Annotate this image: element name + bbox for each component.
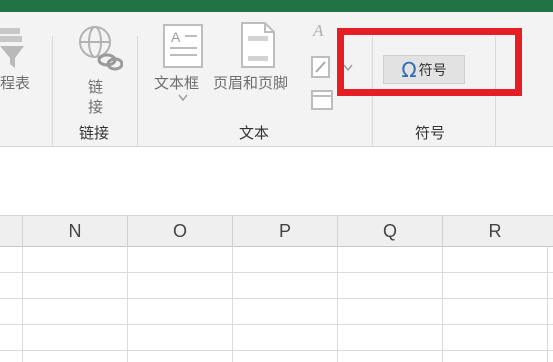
separator [52,36,53,154]
header-footer-label: 页眉和页脚 [213,74,289,92]
textbox-icon: A [163,24,203,68]
grid-line [22,246,23,362]
wordart-icon[interactable]: A [312,20,330,40]
group-label-link: 链接 [79,124,110,142]
grid-line [442,246,443,362]
grid-line [127,246,128,362]
grid-line [337,246,338,362]
column-header-row: N O P Q R [0,215,553,247]
column-header-p[interactable]: P [232,216,337,246]
grid-line [547,246,548,362]
title-bar-accent [0,0,553,12]
funnel-icon [0,28,24,68]
cell-grid[interactable] [0,246,553,362]
svg-text:A: A [171,29,181,45]
globe-link-icon [79,26,123,71]
grid-line [0,350,553,351]
column-header-r[interactable]: R [442,216,547,246]
textbox-label: 文本框 [154,74,200,92]
link-label-line2: 接 [88,98,104,116]
page-icon [241,22,275,68]
formula-bar-area [0,147,553,214]
grid-line [0,272,553,273]
signature-line-icon[interactable] [311,56,333,78]
column-header-o[interactable]: O [127,216,232,246]
group-label-text: 文本 [239,124,270,142]
partial-item-label[interactable]: 程表 [0,72,30,93]
chevron-down-icon [178,94,188,102]
column-header-q[interactable]: Q [337,216,442,246]
object-icon[interactable] [311,90,333,110]
separator [137,36,138,154]
grid-line [0,298,553,299]
svg-text:A: A [312,21,324,40]
grid-line [0,324,553,325]
link-label-line1: 链 [88,78,104,96]
grid-line [232,246,233,362]
red-highlight-box [337,28,522,96]
group-label-symbol: 符号 [415,124,446,142]
column-header-n[interactable]: N [22,216,127,246]
